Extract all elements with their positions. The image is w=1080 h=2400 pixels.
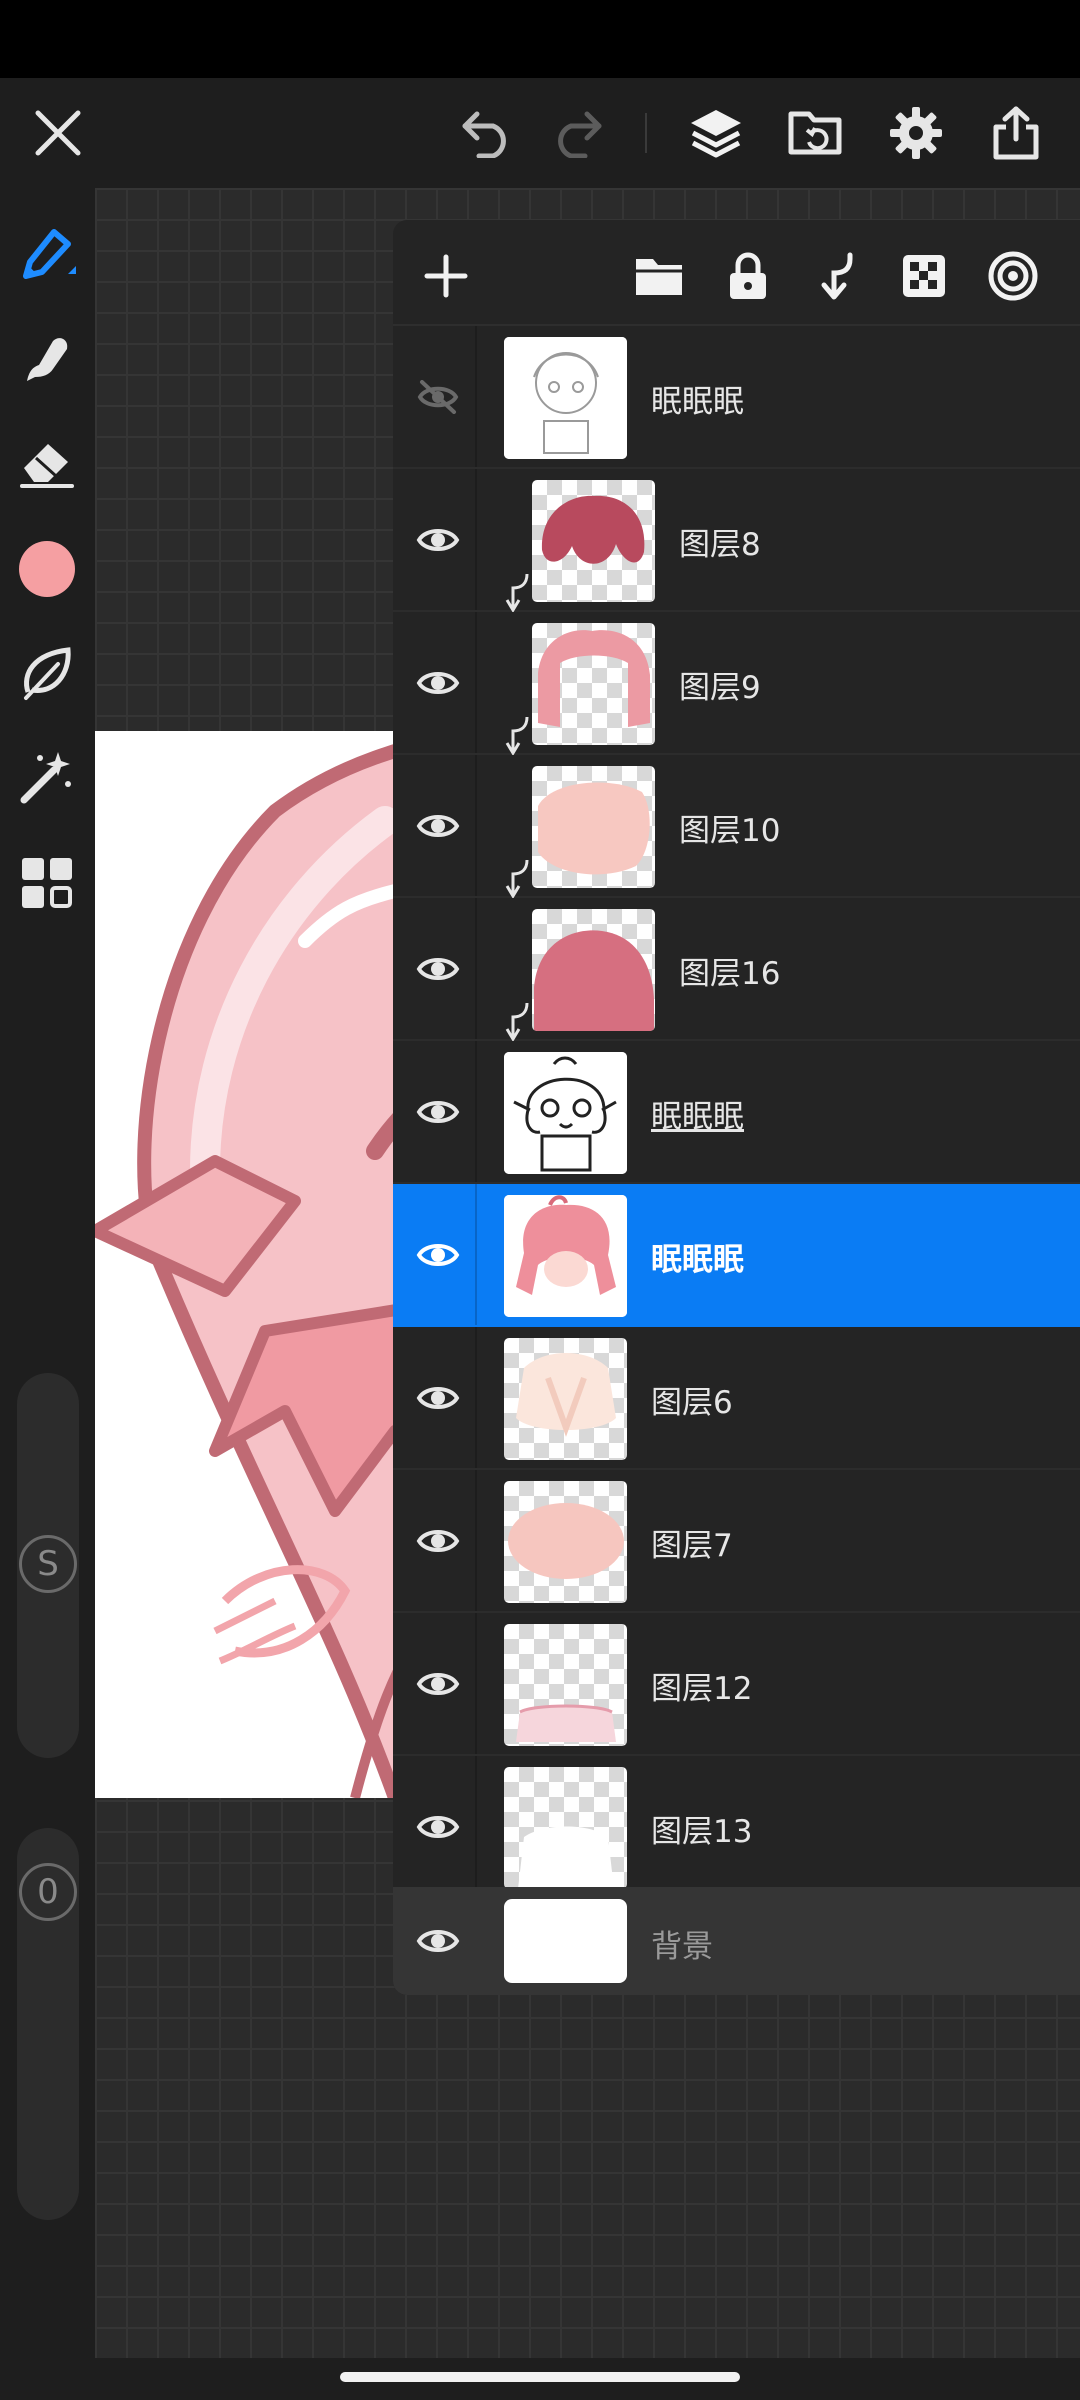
layer-thumbnail xyxy=(504,1624,627,1746)
eye-icon[interactable] xyxy=(403,791,473,861)
eye-hidden-icon[interactable] xyxy=(403,362,473,432)
lock-icon[interactable] xyxy=(715,243,781,309)
layer-name: 图层8 xyxy=(679,527,761,563)
toolbar-divider xyxy=(645,113,647,153)
clip-arrow-icon xyxy=(505,573,529,612)
gear-icon[interactable] xyxy=(876,98,956,168)
layer-row[interactable]: 图层7 xyxy=(393,1470,1080,1613)
layer-row[interactable]: 图层12 xyxy=(393,1613,1080,1756)
layers-panel: 眠眠眠 图层8 图层9 图层10 图层16 眠眠眠 眠眠眠 图层6 图层7 图层… xyxy=(393,220,1080,1995)
eye-icon[interactable] xyxy=(403,505,473,575)
lasso-icon[interactable] xyxy=(12,638,82,708)
top-toolbar xyxy=(0,78,1080,188)
layer-name: 图层12 xyxy=(651,1671,753,1707)
opacity-label: 0 xyxy=(37,1872,59,1912)
brush-icon[interactable] xyxy=(12,220,82,290)
share-icon[interactable] xyxy=(976,98,1056,168)
layer-thumbnail xyxy=(504,1767,627,1889)
opacity-slider[interactable]: 0 xyxy=(17,1828,79,2220)
layer-thumbnail xyxy=(504,1052,627,1174)
layer-row[interactable]: 图层8 xyxy=(393,469,1080,612)
new-folder-icon[interactable] xyxy=(626,243,692,309)
row-divider xyxy=(475,755,477,896)
layer-name: 眠眠眠 xyxy=(651,1099,744,1135)
status-bar xyxy=(0,0,1080,78)
layer-name: 图层10 xyxy=(679,813,781,849)
clip-arrow-icon xyxy=(505,1002,529,1041)
brush-size-label: S xyxy=(37,1544,59,1584)
row-divider xyxy=(475,1756,477,1897)
eye-icon[interactable] xyxy=(403,1077,473,1147)
layer-row[interactable]: 眠眠眠 xyxy=(393,1041,1080,1184)
layer-row[interactable]: 图层16 xyxy=(393,898,1080,1041)
navigation-bar xyxy=(0,2358,1080,2400)
gallery-icon[interactable] xyxy=(12,848,82,918)
clip-arrow-icon xyxy=(505,716,529,755)
add-layer-icon[interactable] xyxy=(413,243,479,309)
row-divider xyxy=(475,612,477,753)
color-swatch[interactable] xyxy=(12,534,82,604)
row-divider xyxy=(475,469,477,610)
layers-panel-header xyxy=(393,220,1080,326)
eraser-icon[interactable] xyxy=(12,428,82,498)
redo-icon[interactable] xyxy=(537,98,617,168)
layer-name: 图层13 xyxy=(651,1814,753,1850)
layer-row-selected[interactable]: 眠眠眠 xyxy=(393,1184,1080,1327)
tool-sidebar: S 0 xyxy=(0,188,95,2400)
home-indicator[interactable] xyxy=(340,2372,740,2382)
layer-thumbnail xyxy=(504,1338,627,1460)
layer-thumbnail xyxy=(532,909,655,1031)
brush-size-knob[interactable]: S xyxy=(19,1535,77,1593)
eye-icon[interactable] xyxy=(403,648,473,718)
layer-name: 图层16 xyxy=(679,956,781,992)
eye-icon[interactable] xyxy=(403,1363,473,1433)
layer-thumbnail xyxy=(532,623,655,745)
layer-thumbnail xyxy=(504,1195,627,1317)
eye-icon[interactable] xyxy=(403,1220,473,1290)
blend-target-icon[interactable] xyxy=(980,243,1046,309)
row-divider xyxy=(475,898,477,1039)
row-divider xyxy=(475,1184,477,1325)
layer-thumbnail xyxy=(532,766,655,888)
alpha-lock-icon[interactable] xyxy=(891,243,957,309)
background-color-swatch[interactable] xyxy=(504,1899,627,1983)
row-divider xyxy=(475,1470,477,1611)
layer-thumbnail xyxy=(504,1481,627,1603)
close-icon[interactable] xyxy=(18,98,98,168)
folder-refresh-icon[interactable] xyxy=(776,98,856,168)
layer-name: 眠眠眠 xyxy=(651,1242,744,1278)
brush-size-slider[interactable]: S xyxy=(17,1373,79,1758)
opacity-knob[interactable]: 0 xyxy=(19,1863,77,1921)
eye-icon[interactable] xyxy=(403,1506,473,1576)
smudge-icon[interactable] xyxy=(12,324,82,394)
layer-name: 图层9 xyxy=(679,670,761,706)
layer-row[interactable]: 图层6 xyxy=(393,1327,1080,1470)
row-divider xyxy=(475,1327,477,1468)
clip-arrow-icon xyxy=(505,859,529,898)
background-layer-row[interactable]: 背景 xyxy=(393,1887,1080,1995)
row-divider xyxy=(475,326,477,467)
layer-row[interactable]: 图层13 xyxy=(393,1756,1080,1899)
layer-name: 图层6 xyxy=(651,1385,733,1421)
eye-icon[interactable] xyxy=(403,934,473,1004)
clip-icon[interactable] xyxy=(803,243,869,309)
magic-wand-icon[interactable] xyxy=(12,742,82,812)
undo-icon[interactable] xyxy=(447,98,527,168)
layer-row[interactable]: 眠眠眠 xyxy=(393,326,1080,469)
layer-name: 背景 xyxy=(651,1929,713,1965)
layers-icon[interactable] xyxy=(676,98,756,168)
eye-icon[interactable] xyxy=(403,1906,473,1976)
layer-thumbnail xyxy=(504,337,627,459)
eye-icon[interactable] xyxy=(403,1649,473,1719)
row-divider xyxy=(475,1613,477,1754)
layer-row[interactable]: 图层9 xyxy=(393,612,1080,755)
layer-name: 图层7 xyxy=(651,1528,733,1564)
layer-row[interactable]: 图层10 xyxy=(393,755,1080,898)
row-divider xyxy=(475,1041,477,1182)
eye-icon[interactable] xyxy=(403,1792,473,1862)
layer-name: 眠眠眠 xyxy=(651,384,744,420)
layer-thumbnail xyxy=(532,480,655,602)
